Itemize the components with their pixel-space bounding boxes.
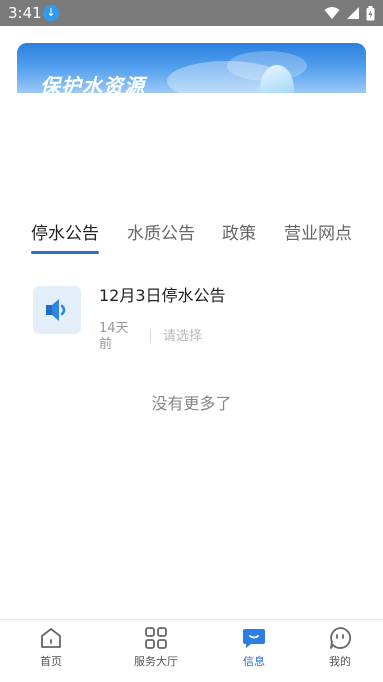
status-time: 3:41 [8, 4, 42, 22]
grid-icon [145, 627, 167, 649]
profile-icon [330, 627, 352, 649]
message-icon [243, 629, 265, 648]
banner-title: 保护水资源 [40, 74, 145, 93]
notice-title: 12月3日停水公告 [99, 286, 226, 305]
wifi-icon [324, 7, 340, 19]
status-icons [324, 5, 375, 21]
nav-service-hall[interactable]: 服务大厅 [116, 620, 196, 680]
notice-icon-box [33, 286, 81, 334]
category-select[interactable]: 请选择 [163, 329, 202, 345]
speaker-icon [46, 299, 66, 321]
tab-water-quality[interactable]: 水质公告 [127, 222, 195, 246]
nav-label: 服务大厅 [134, 655, 178, 668]
signal-icon [347, 7, 359, 19]
home-icon [41, 628, 61, 648]
notice-time: 14天前 [99, 321, 129, 352]
nav-label: 我的 [329, 655, 351, 668]
battery-icon [366, 5, 375, 20]
tab-outage-notice[interactable]: 停水公告 [31, 222, 99, 246]
nav-messages[interactable]: 信息 [214, 620, 294, 680]
divider [150, 330, 151, 342]
tab-bar: 停水公告 水质公告 政策 营业网点 [0, 220, 383, 260]
nav-profile[interactable]: 我的 [300, 620, 380, 680]
banner[interactable]: 保护水资源 [17, 43, 366, 93]
nav-label: 信息 [243, 655, 265, 668]
list-end-text: 没有更多了 [151, 394, 232, 413]
nav-home[interactable]: 首页 [11, 620, 91, 680]
tab-active-indicator [31, 251, 99, 254]
list-item[interactable]: 12月3日停水公告 14天前 请选择 [0, 280, 383, 360]
bottom-nav: 首页 服务大厅 信息 我的 [0, 619, 383, 682]
nav-label: 首页 [40, 655, 62, 668]
download-icon: ↓ [43, 5, 59, 21]
status-bar: 3:41 ↓ [0, 0, 383, 26]
tab-policy[interactable]: 政策 [222, 222, 256, 246]
tab-service-outlets[interactable]: 营业网点 [284, 222, 352, 246]
